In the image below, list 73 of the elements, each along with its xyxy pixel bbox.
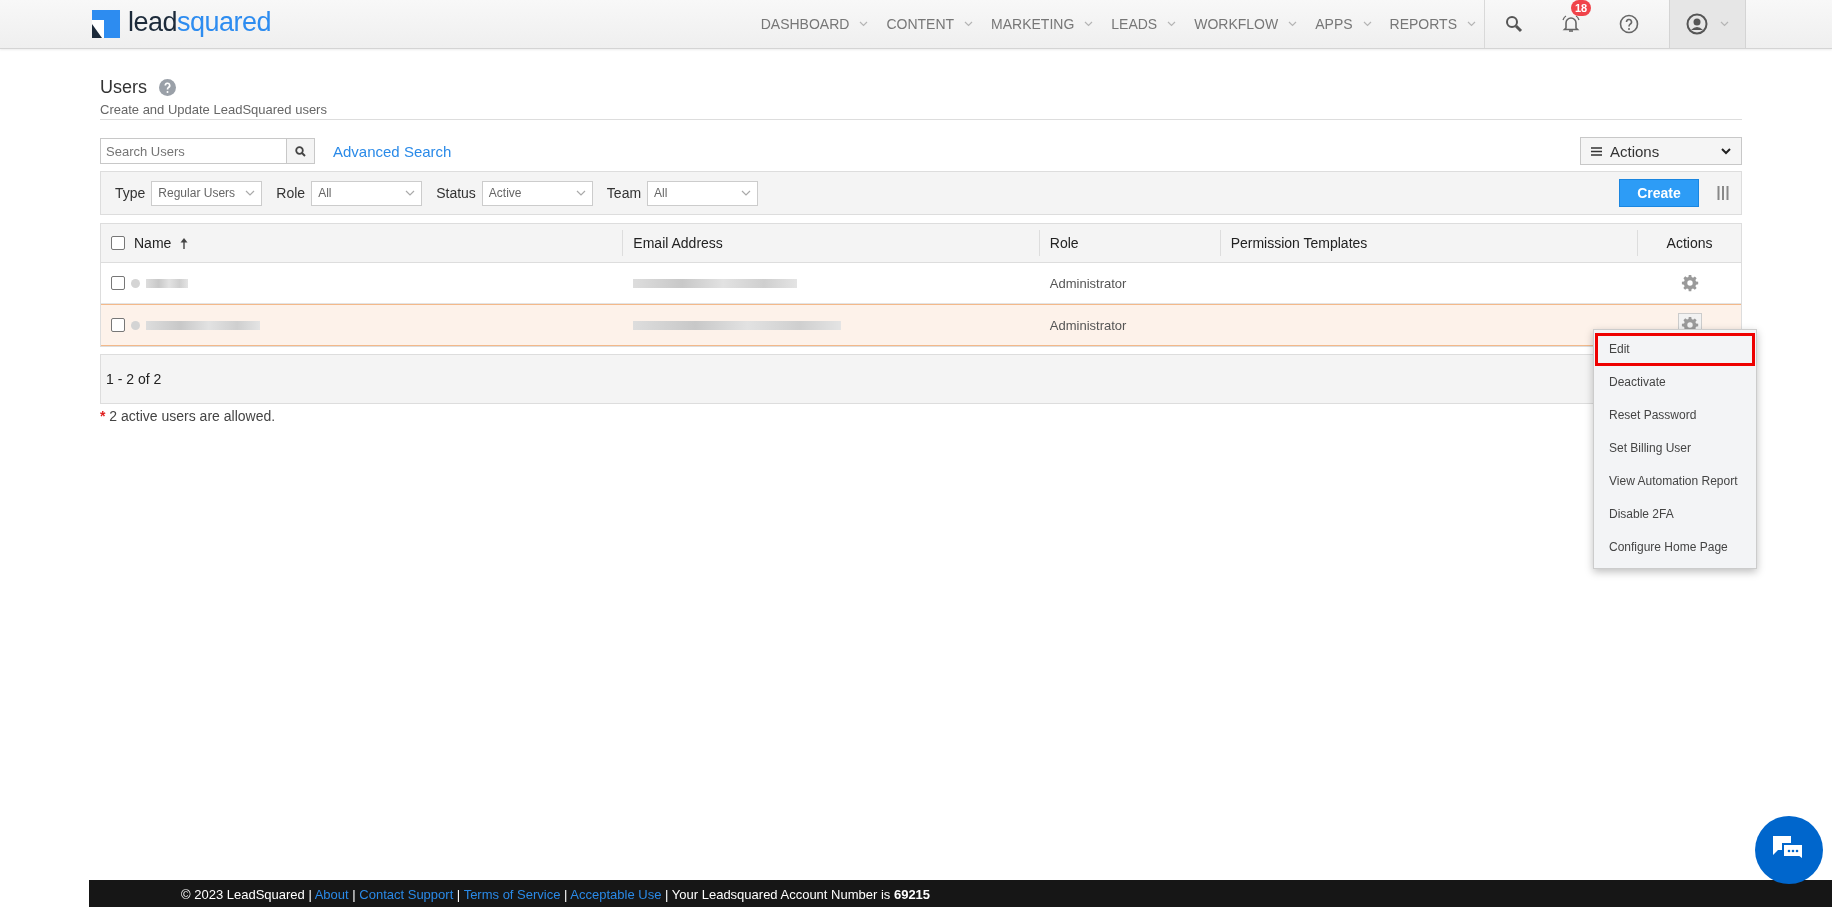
page-subtitle: Create and Update LeadSquared users xyxy=(100,98,1742,120)
nav-menu-item[interactable]: CONTENT xyxy=(886,16,955,32)
page-title: Users xyxy=(100,77,147,98)
column-header[interactable]: Role xyxy=(1049,235,1079,251)
row-checkbox[interactable] xyxy=(111,276,125,290)
filter-select[interactable]: Regular Users xyxy=(151,180,263,206)
sort-arrow-icon[interactable] xyxy=(180,237,189,249)
menu-item[interactable]: Edit xyxy=(1595,333,1755,366)
nav-menu-item[interactable]: APPS xyxy=(1315,16,1353,32)
chevron-icon xyxy=(1721,147,1731,155)
advanced-search-link[interactable]: Advanced Search xyxy=(333,142,452,160)
columns-icon[interactable] xyxy=(1717,186,1729,200)
filter-select[interactable]: All xyxy=(311,180,423,206)
filter-label: Team xyxy=(606,185,642,201)
status-dot xyxy=(131,278,140,288)
column-header[interactable]: Email Address xyxy=(633,235,723,251)
footer-link[interactable]: Acceptable Use xyxy=(570,887,662,902)
search-button[interactable] xyxy=(286,138,315,164)
search-field[interactable]: Search Users xyxy=(100,138,286,164)
chevron-icon xyxy=(1167,21,1177,27)
user-avatar-icon xyxy=(1686,13,1708,35)
footer-link[interactable]: Terms of Service xyxy=(463,887,561,902)
chevron-icon xyxy=(741,190,752,196)
footer-link[interactable]: About xyxy=(314,887,349,902)
chevron-icon xyxy=(1467,21,1476,27)
pagination-text: 1 - 2 of 2 xyxy=(106,371,162,387)
menu-item[interactable]: View Automation Report xyxy=(1595,465,1755,498)
chevron-icon xyxy=(575,190,586,196)
footer-text: © 2023 LeadSquared | About | Contact Support | Terms of Service | Acceptable Use | Your Leadsquared Account Number is 69215 xyxy=(180,886,932,902)
bell-icon[interactable] xyxy=(1561,14,1581,34)
table-cell: Administrator xyxy=(1049,275,1127,291)
menu-item[interactable]: Disable 2FA xyxy=(1595,498,1755,531)
user-limit-note: * 2 active users are allowed. xyxy=(100,408,276,424)
chevron-icon xyxy=(964,21,974,27)
chevron-icon xyxy=(1288,21,1298,27)
chevron-icon xyxy=(1084,21,1094,27)
select-all-checkbox[interactable] xyxy=(111,236,125,250)
filter-label: Status xyxy=(436,185,476,201)
search-icon xyxy=(295,145,306,157)
logo-icon xyxy=(92,10,120,38)
search-icon[interactable] xyxy=(1505,15,1523,33)
user-menu[interactable] xyxy=(1669,0,1746,48)
filter-select[interactable]: Active xyxy=(481,180,593,206)
chevron-icon xyxy=(1362,21,1372,27)
footer-link[interactable]: Contact Support xyxy=(359,887,454,902)
filter-label: Type xyxy=(115,185,146,201)
actions-dropdown[interactable]: Actions xyxy=(1580,137,1742,165)
menu-item[interactable]: Reset Password xyxy=(1595,399,1755,432)
nav-menu-item[interactable]: REPORTS xyxy=(1389,16,1457,32)
column-header[interactable]: Name xyxy=(134,235,172,251)
filter-label: Role xyxy=(276,185,306,201)
chevron-icon xyxy=(405,190,416,196)
nav-menu-item[interactable]: LEADS xyxy=(1111,16,1158,32)
nav-menu-item[interactable]: DASHBOARD xyxy=(760,16,850,32)
chevron-icon xyxy=(245,190,256,196)
menu-item[interactable]: Configure Home Page xyxy=(1595,531,1755,564)
list-icon xyxy=(1591,146,1602,156)
menu-item[interactable]: Set Billing User xyxy=(1595,432,1755,465)
chevron-icon xyxy=(859,21,869,27)
notification-badge: 18 xyxy=(1571,0,1592,16)
status-dot xyxy=(131,320,140,330)
table-cell: Administrator xyxy=(1049,317,1127,333)
help-icon[interactable] xyxy=(159,79,176,96)
help-icon[interactable] xyxy=(1619,14,1639,34)
nav-menu-item[interactable]: MARKETING xyxy=(991,16,1075,32)
row-checkbox[interactable] xyxy=(111,318,125,332)
filter-select[interactable]: All xyxy=(647,180,759,206)
menu-item[interactable]: Deactivate xyxy=(1595,366,1755,399)
column-header[interactable]: Actions xyxy=(1666,235,1713,251)
chevron-icon xyxy=(1720,21,1729,27)
blurred-name xyxy=(146,278,188,288)
column-header[interactable]: Permission Templates xyxy=(1230,235,1368,251)
nav-menu-item[interactable]: WORKFLOW xyxy=(1194,16,1279,32)
